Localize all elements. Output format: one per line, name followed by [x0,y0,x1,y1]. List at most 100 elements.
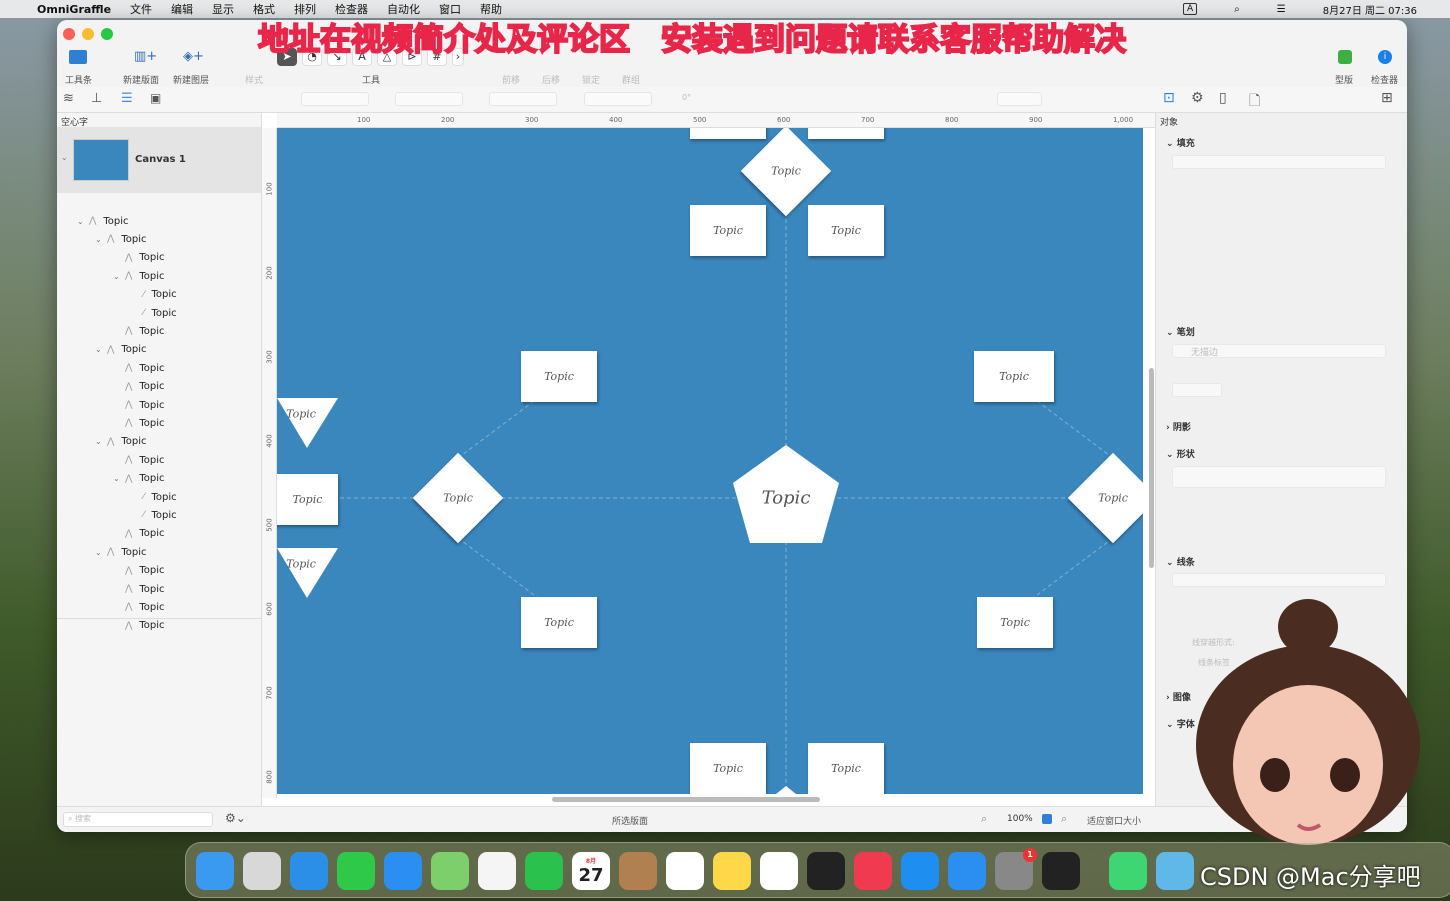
disclosure-chevron-icon[interactable]: ⌄ [95,345,107,354]
contacts-icon[interactable] [619,852,657,890]
fill-type-select[interactable] [1172,155,1386,169]
drawing-canvas[interactable]: Topic Topic Topic Topic Topic Topic Topi… [277,128,1143,794]
outline-item[interactable]: ⋀ Topic [113,249,165,267]
topic-shape[interactable]: Topic [808,743,884,794]
music-icon[interactable] [854,852,892,890]
value-field[interactable] [997,92,1042,106]
zoom-button[interactable] [101,28,113,40]
info-icon[interactable]: i [1378,50,1392,64]
lock-button[interactable]: 锁定 [582,73,600,86]
zoom-dropdown[interactable] [1042,814,1052,824]
clock[interactable]: 8月27日 周二 07:36 [1323,2,1417,17]
outline-item[interactable]: ⌄ ⋀ Topic [113,267,165,285]
folder-icon[interactable] [1156,852,1194,890]
menu-view[interactable]: 显示 [212,1,234,17]
facetime-icon[interactable] [525,852,563,890]
outline-item[interactable]: ⌄ ⋀ Topic [95,230,147,248]
freeform-icon[interactable] [760,852,798,890]
object-inspector-icon[interactable]: ⊡ [1163,90,1175,106]
photos-icon[interactable] [478,852,516,890]
canvas-inspector-icon[interactable]: ▯ [1219,90,1227,106]
disclosure-chevron-icon[interactable]: ⌄ [113,474,125,483]
outline-item[interactable]: ⋀ Topic [113,451,165,469]
outline-item[interactable]: ⌄ ⋀ Topic [95,543,147,561]
omnigraffle-icon[interactable] [1109,852,1147,890]
zoom-out-icon[interactable]: ⌕ [981,812,987,826]
width-field[interactable] [489,92,557,106]
outline-icon[interactable]: ☰ [121,91,133,106]
canvas-icon[interactable]: ⊥ [91,91,102,106]
fit-window-button[interactable]: 适应窗口大小 [1087,814,1141,827]
topic-shape[interactable]: Topic [277,474,338,525]
chevron-down-icon[interactable]: ⌄ [61,153,68,162]
outline-item[interactable]: ⁄ Topic [131,286,177,304]
shape-picker[interactable] [1172,466,1386,488]
lines-section[interactable]: ⌄ 线条 [1166,555,1195,568]
topic-shape[interactable]: Topic [808,205,884,256]
stroke-type-select[interactable]: 无描边 [1172,344,1386,358]
outline-item[interactable]: ⌄ ⋀ Topic [95,433,147,451]
image-section[interactable]: › 图像 [1166,690,1191,703]
disclosure-chevron-icon[interactable]: ⌄ [113,272,125,281]
backward-button[interactable]: 后移 [542,73,560,86]
control-center-icon[interactable]: ☰ [1277,4,1286,15]
new-layer-label[interactable]: 新建图层 [173,73,209,86]
launchpad-icon[interactable] [243,852,281,890]
outline-item[interactable]: ⋀ Topic [113,598,165,616]
topic-shape[interactable]: Topic [974,351,1054,402]
stroke-width-field[interactable] [1172,383,1222,397]
outline-item[interactable]: ⋀ Topic [113,580,165,598]
shadow-section[interactable]: › 阴影 [1166,420,1191,433]
reminders-icon[interactable] [666,852,704,890]
outline-item[interactable]: ⋀ Topic [113,414,165,432]
spotlight-icon[interactable]: ⌕ [1234,4,1240,15]
input-source[interactable]: A [1182,3,1198,15]
topic-shape[interactable]: Topic [690,743,766,794]
templates-icon[interactable] [1338,50,1352,64]
gear-icon[interactable]: ⚙ [1191,90,1204,106]
finder-icon[interactable] [196,852,234,890]
outline-item[interactable]: ⌄ ⋀ Topic [95,341,147,359]
outline-item[interactable]: ⋀ Topic [113,396,165,414]
group-button[interactable]: 群组 [622,73,640,86]
menu-file[interactable]: 文件 [130,1,152,17]
outline-item[interactable]: ⌄ ⋀ Topic [113,470,165,488]
outline-item[interactable]: ⋀ Topic [113,359,165,377]
grid-view-icon[interactable]: ⊞ [1381,90,1393,106]
y-position-field[interactable] [395,92,463,106]
outline-item[interactable]: ⋀ Topic [113,322,165,340]
new-canvas-icon[interactable]: ▥+ [134,49,157,64]
maps-icon[interactable] [431,852,469,890]
vertical-scrollbar[interactable] [1149,368,1154,568]
style-label[interactable]: 样式 [245,73,263,86]
menu-edit[interactable]: 编辑 [171,1,193,17]
tv-icon[interactable] [807,852,845,890]
outline-item[interactable]: ⁄ Topic [131,506,177,524]
height-field[interactable] [584,92,652,106]
x-position-field[interactable] [301,92,369,106]
new-canvas-label[interactable]: 新建版面 [123,73,159,86]
templates-label[interactable]: 型版 [1335,73,1353,86]
topic-shape[interactable]: Topic [521,597,597,648]
line-type-select[interactable] [1172,573,1386,587]
forward-button[interactable]: 前移 [502,73,520,86]
inspector-label[interactable]: 检查器 [1371,73,1398,86]
disclosure-chevron-icon[interactable]: ⌄ [95,235,107,244]
outline-item[interactable]: ⋀ Topic [113,378,165,396]
messages-icon[interactable] [337,852,375,890]
horizontal-scrollbar[interactable] [552,797,820,802]
notes-icon[interactable] [713,852,751,890]
shape-section[interactable]: ⌄ 形状 [1166,447,1195,460]
gear-menu-icon[interactable]: ⚙⌄ [225,811,246,825]
outline-item[interactable]: ⋀ Topic [113,562,165,580]
terminal-icon[interactable] [1042,852,1080,890]
zoom-level-field[interactable]: 100% [1007,814,1033,824]
topic-shape[interactable]: Topic [690,205,766,256]
app-store-icon[interactable] [901,852,939,890]
rotation-field[interactable]: 0° [682,93,691,102]
topic-shape[interactable]: Topic [521,351,597,402]
system-settings-icon[interactable]: 1 [995,848,1037,890]
disclosure-chevron-icon[interactable]: ⌄ [77,217,89,226]
safari-icon[interactable] [290,852,328,890]
instruments-icon[interactable] [948,852,986,890]
